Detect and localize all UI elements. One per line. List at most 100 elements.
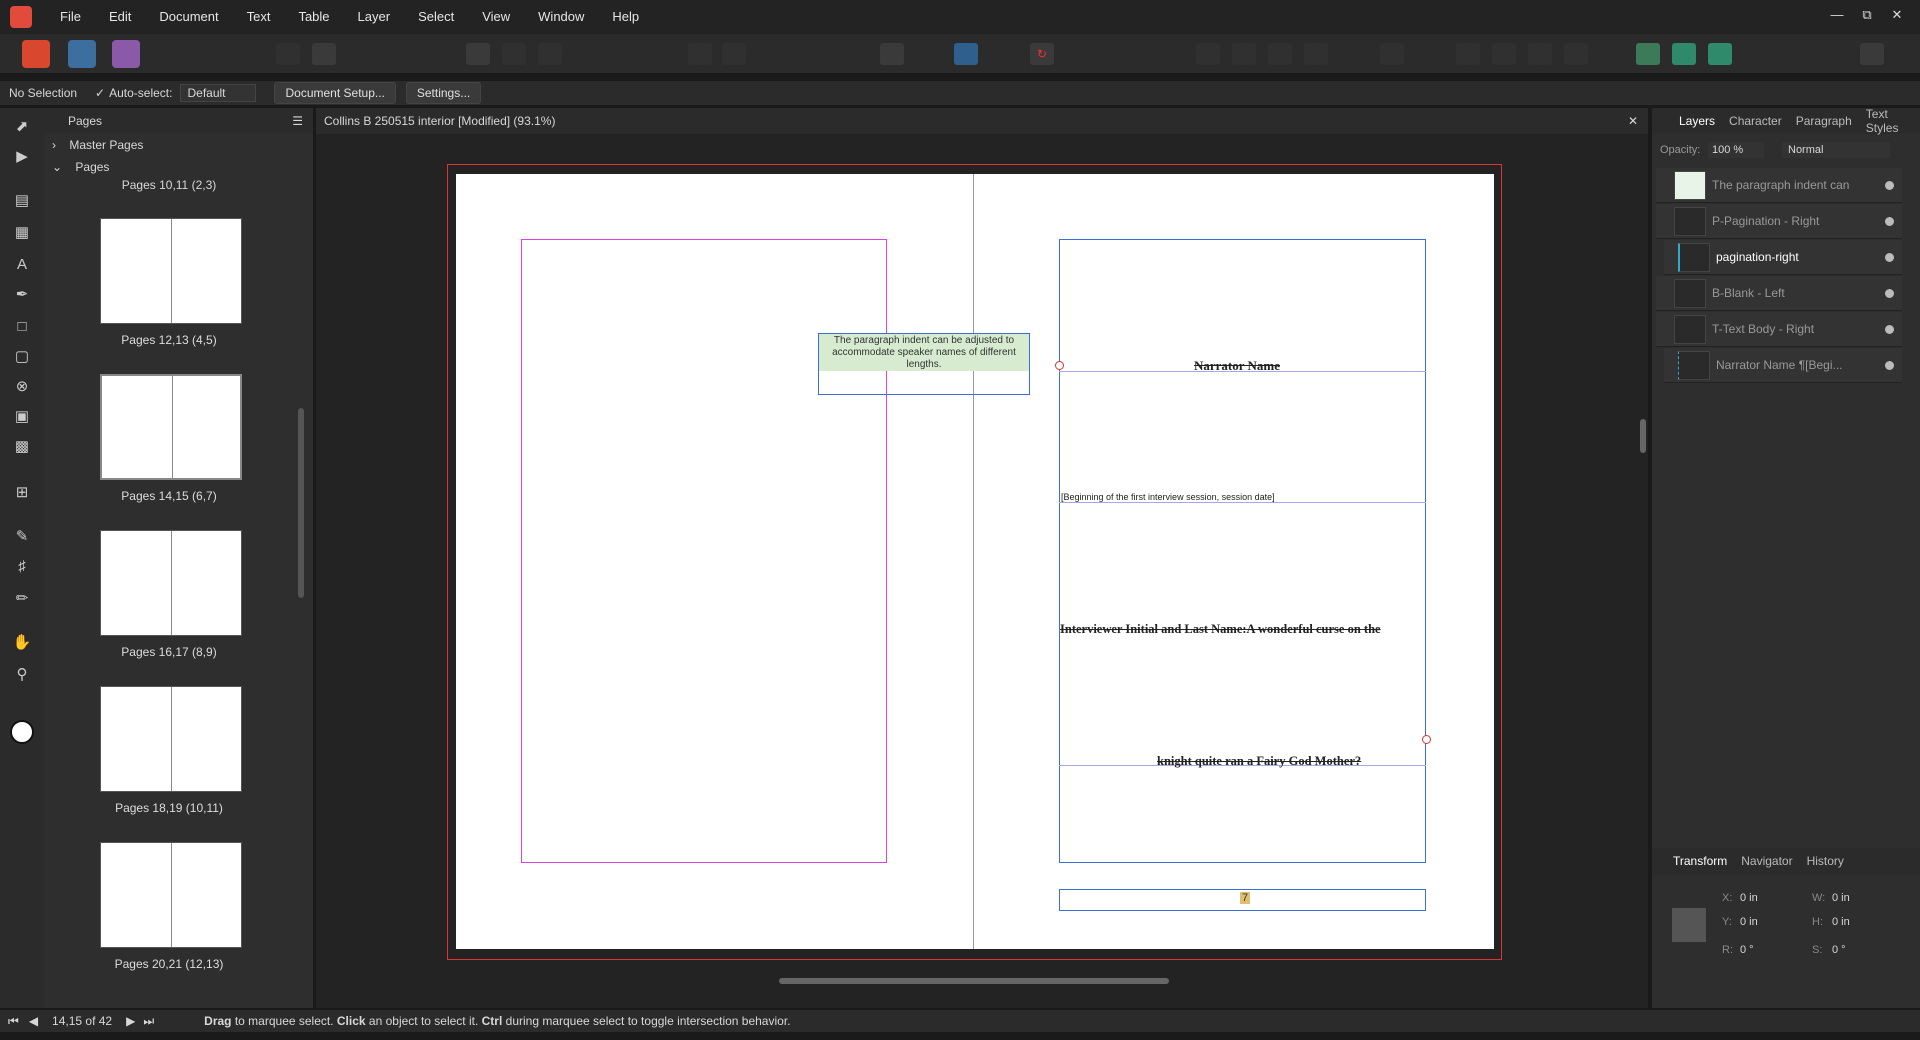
spread-thumb-12-13[interactable] [100,218,242,324]
autoselect-check-icon[interactable]: ✓ [95,86,105,100]
visibility-dot-icon[interactable] [1885,361,1894,370]
crop-tool-icon[interactable]: ⊞ [12,482,32,502]
designer-persona-icon[interactable] [68,40,96,68]
spread-thumb-14-15[interactable] [100,374,242,480]
visibility-dot-icon[interactable] [1885,325,1894,334]
settings-gear-icon[interactable] [312,43,336,65]
view-mode-3-icon[interactable] [538,43,562,65]
pages-toggle[interactable]: ⌄ Pages [52,160,109,174]
y-field[interactable]: 0 in [1740,916,1758,928]
fill-color-swatch[interactable] [10,720,34,744]
menu-layer[interactable]: Layer [344,0,405,34]
snapping-icon[interactable]: ↻ [1030,43,1054,65]
account-icon[interactable] [1860,43,1884,65]
visibility-dot-icon[interactable] [1885,289,1894,298]
layer-row[interactable]: P-Pagination - Right [1656,204,1902,239]
pages-scrollbar[interactable] [298,408,304,598]
layer-row[interactable]: Narrator Name ¶[Begi... [1664,348,1902,383]
distribute-1-icon[interactable] [1456,43,1480,65]
tab-transform[interactable]: Transform [1666,854,1734,868]
layer-row[interactable]: T-Text Body - Right [1656,312,1902,347]
tab-character[interactable]: Character [1722,114,1789,128]
menu-select[interactable]: Select [404,0,468,34]
tab-layers[interactable]: Layers [1672,114,1722,128]
text-wrap-icon[interactable] [722,43,746,65]
prev-page-icon[interactable]: ◀ [29,1014,38,1028]
h-field[interactable]: 0 in [1832,916,1850,928]
tab-history[interactable]: History [1800,854,1851,868]
publisher-persona-icon[interactable] [22,40,50,68]
settings-button[interactable]: Settings... [405,82,482,104]
zoom-tool-icon[interactable]: ⚲ [12,664,32,684]
artistic-text-tool-icon[interactable]: A [12,254,32,274]
menu-help[interactable]: Help [598,0,653,34]
hand-tool-icon[interactable]: ✋ [12,632,32,652]
table-tool-icon[interactable]: ▦ [12,222,32,242]
menu-window[interactable]: Window [524,0,598,34]
view-mode-icon[interactable] [466,43,490,65]
menu-table[interactable]: Table [284,0,343,34]
pagination-frame[interactable]: 7 [1059,889,1426,911]
master-pages-toggle[interactable]: › Master Pages [52,138,143,152]
visibility-dot-icon[interactable] [1885,181,1894,190]
fill-tool-icon[interactable]: ✎ [12,526,32,546]
visibility-dot-icon[interactable] [1885,253,1894,262]
close-document-icon[interactable]: ✕ [1628,108,1638,134]
next-page-icon[interactable]: ▶ [126,1014,135,1028]
r-field[interactable]: 0 ° [1740,944,1754,956]
tab-navigator[interactable]: Navigator [1734,854,1799,868]
first-page-icon[interactable]: ⏮ [8,1014,19,1029]
text-frame-icon[interactable] [954,43,978,65]
document-setup-button[interactable]: Document Setup... [274,82,396,104]
order-back-icon[interactable] [1196,43,1220,65]
layer-row[interactable]: The paragraph indent can [1656,168,1902,203]
blend-mode-dropdown[interactable]: Normal [1782,142,1890,158]
w-field[interactable]: 0 in [1832,892,1850,904]
order-forward-icon[interactable] [1232,43,1256,65]
boolean-subtract-icon[interactable] [1672,43,1696,65]
distribute-3-icon[interactable] [1528,43,1552,65]
anchor-grid-icon[interactable] [1672,908,1706,942]
layer-row[interactable]: B-Blank - Left [1656,276,1902,311]
data-merge-tool-icon[interactable]: ▩ [12,436,32,456]
spread-thumb-20-21[interactable] [100,842,242,948]
preflight-icon[interactable] [276,43,300,65]
show-hidden-icon[interactable] [880,43,904,65]
spread-thumb-18-19[interactable] [100,686,242,792]
distribute-2-icon[interactable] [1492,43,1516,65]
vertical-scrollbar[interactable] [1640,419,1646,453]
menu-document[interactable]: Document [145,0,232,34]
ellipse-frame-tool-icon[interactable]: ⊗ [12,376,32,396]
s-field[interactable]: 0 ° [1832,944,1846,956]
restore-icon[interactable]: ⧉ [1852,0,1882,30]
tab-paragraph[interactable]: Paragraph [1789,114,1859,128]
transparency-tool-icon[interactable]: ♯ [12,556,32,576]
close-window-icon[interactable]: ✕ [1882,0,1912,30]
spread-thumb-16-17[interactable] [100,530,242,636]
frame-handle[interactable] [1422,735,1431,744]
move-tool-icon[interactable]: ⬈ [12,116,32,136]
minimize-icon[interactable]: — [1822,0,1852,30]
pen-tool-icon[interactable]: ✒ [12,284,32,304]
body-text-frame[interactable] [1059,239,1426,863]
view-mode-2-icon[interactable] [502,43,526,65]
place-image-tool-icon[interactable]: ▣ [12,406,32,426]
order-front-icon[interactable] [1268,43,1292,65]
frame-text-tool-icon[interactable]: ▤ [12,190,32,210]
menu-text[interactable]: Text [233,0,285,34]
document-canvas[interactable]: The paragraph indent can be adjusted to … [316,134,1648,998]
distribute-4-icon[interactable] [1564,43,1588,65]
layer-row[interactable]: pagination-right [1664,240,1902,275]
document-tab[interactable]: Collins B 250515 interior [Modified] (93… [316,108,1648,134]
tab-text-styles[interactable]: Text Styles [1859,107,1920,135]
menu-view[interactable]: View [468,0,524,34]
boolean-intersect-icon[interactable] [1708,43,1732,65]
order-top-icon[interactable] [1304,43,1328,65]
picture-frame-tool-icon[interactable]: ▢ [12,346,32,366]
align-icon[interactable] [1380,43,1404,65]
menu-file[interactable]: File [46,0,95,34]
callout-text-frame[interactable]: The paragraph indent can be adjusted to … [818,333,1030,395]
frame-handle[interactable] [1055,361,1064,370]
x-field[interactable]: 0 in [1740,892,1758,904]
node-tool-icon[interactable]: ▶ [12,146,32,166]
